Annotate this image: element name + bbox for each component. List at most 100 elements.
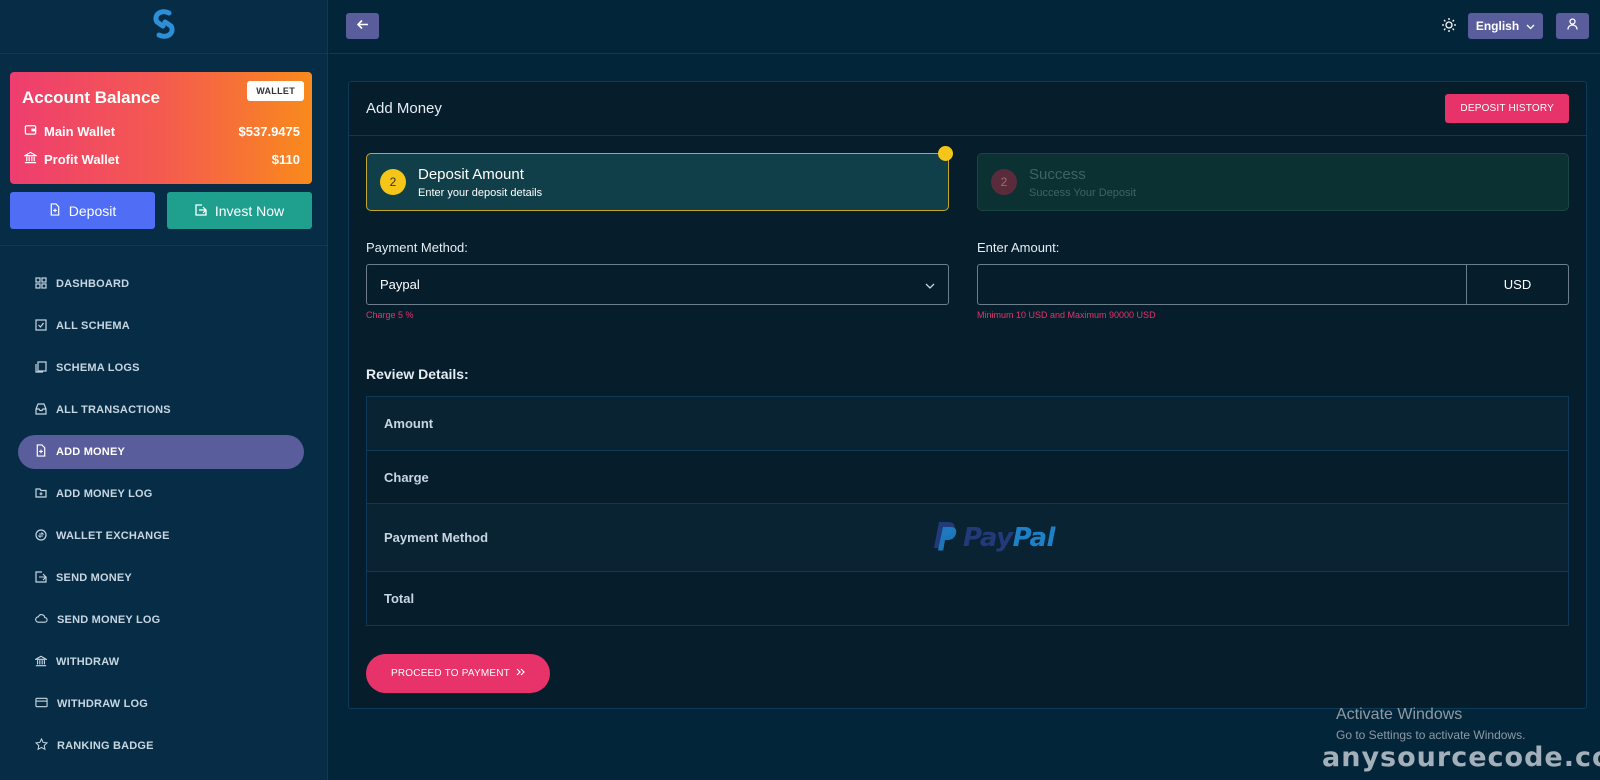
grid-icon xyxy=(35,276,47,292)
sidebar-item-add-money[interactable]: ADD MONEY xyxy=(18,435,304,469)
review-row-total: Total xyxy=(367,572,1568,625)
review-details-title: Review Details: xyxy=(366,366,469,382)
sidebar-item-label: DASHBOARD xyxy=(56,278,130,290)
activate-subtitle: Go to Settings to activate Windows. xyxy=(1336,728,1526,742)
payment-method-label: Payment Method: xyxy=(366,240,468,255)
file-plus-icon xyxy=(35,444,47,460)
step-title: Deposit Amount xyxy=(418,165,524,183)
activate-windows-notice: Activate Windows Go to Settings to activ… xyxy=(1336,706,1525,742)
user-menu-button[interactable] xyxy=(1556,13,1589,39)
enter-amount-label: Enter Amount: xyxy=(977,240,1060,255)
sidebar-item-label: WITHDRAW LOG xyxy=(57,698,148,710)
step-deposit-amount[interactable]: 2 Deposit Amount Enter your deposit deta… xyxy=(366,153,949,211)
chevron-down-icon xyxy=(1526,19,1535,33)
deposit-history-button[interactable]: DEPOSIT HISTORY xyxy=(1445,94,1569,123)
paypal-logo-text-2: Pal xyxy=(1012,522,1056,553)
copy-icon xyxy=(35,360,47,376)
paypal-p-icon xyxy=(933,520,959,555)
sidebar-nav: DASHBOARD ALL SCHEMA SCHEMA LOGS ALL TRA… xyxy=(18,267,304,771)
deposit-button[interactable]: Deposit xyxy=(10,192,155,229)
sidebar-item-label: SCHEMA LOGS xyxy=(56,362,140,374)
review-row-amount: Amount xyxy=(367,397,1568,451)
review-table: Amount Charge Payment Method PayPal Tota… xyxy=(366,396,1569,626)
invest-label: Invest Now xyxy=(214,202,285,219)
cloud-icon xyxy=(35,613,48,627)
chevron-down-icon xyxy=(925,277,935,292)
proceed-to-payment-button[interactable]: PROCEED TO PAYMENT xyxy=(366,654,550,693)
review-label: Payment Method xyxy=(384,530,489,545)
exchange-icon xyxy=(35,528,47,544)
profit-wallet-value: $110 xyxy=(271,151,300,167)
sidebar-divider xyxy=(0,245,328,246)
step-subtitle: Success Your Deposit xyxy=(1029,186,1137,199)
bank-icon xyxy=(22,151,39,167)
sidebar-item-ranking-badge[interactable]: RANKING BADGE xyxy=(18,729,304,763)
sidebar-item-send-money[interactable]: SEND MONEY xyxy=(18,561,304,595)
language-select[interactable]: English xyxy=(1468,13,1543,39)
proceed-label: PROCEED TO PAYMENT xyxy=(391,668,510,679)
main-wallet-label: Main Wallet xyxy=(44,123,116,139)
review-row-charge: Charge xyxy=(367,451,1568,504)
sidebar-item-label: ALL TRANSACTIONS xyxy=(56,404,171,416)
deposit-label: Deposit xyxy=(68,202,117,219)
paypal-logo-text-1: Pay xyxy=(963,522,1013,553)
folder-plus-icon xyxy=(35,487,47,502)
inbox-icon xyxy=(35,402,47,418)
sidebar-item-label: WALLET EXCHANGE xyxy=(56,530,170,542)
main-wallet-value: $537.9475 xyxy=(238,123,300,139)
sidebar-item-label: ALL SCHEMA xyxy=(56,320,130,332)
sun-icon[interactable] xyxy=(1441,17,1457,38)
sidebar-item-withdraw[interactable]: WITHDRAW xyxy=(18,645,304,679)
sidebar-item-label: RANKING BADGE xyxy=(57,740,154,752)
review-label: Total xyxy=(384,591,415,606)
step-number: 2 xyxy=(991,169,1017,195)
payment-method-select[interactable]: Paypal xyxy=(366,264,949,305)
topbar: English xyxy=(329,0,1600,54)
arrow-left-icon xyxy=(356,17,369,35)
sidebar-item-withdraw-log[interactable]: WITHDRAW LOG xyxy=(18,687,304,721)
sidebar-item-label: WITHDRAW xyxy=(56,656,120,668)
card-icon xyxy=(35,697,48,711)
step-title: Success xyxy=(1029,165,1086,183)
sidebar-item-send-money-log[interactable]: SEND MONEY LOG xyxy=(18,603,304,637)
wallet-badge[interactable]: WALLET xyxy=(247,81,304,101)
activate-title: Activate Windows xyxy=(1336,706,1463,723)
active-step-indicator xyxy=(938,146,953,161)
sidebar-item-all-transactions[interactable]: ALL TRANSACTIONS xyxy=(18,393,304,427)
card-header: Add Money DEPOSIT HISTORY xyxy=(349,82,1586,136)
sidebar-item-dashboard[interactable]: DASHBOARD xyxy=(18,267,304,301)
send-icon xyxy=(35,570,47,586)
quick-actions: Deposit Invest Now xyxy=(10,192,312,229)
sidebar-item-add-money-log[interactable]: ADD MONEY LOG xyxy=(18,477,304,511)
export-icon xyxy=(195,203,207,219)
charge-hint: Charge 5 % xyxy=(366,310,414,320)
wallet-icon xyxy=(24,123,37,139)
sidebar-item-all-schema[interactable]: ALL SCHEMA xyxy=(18,309,304,343)
sidebar-item-wallet-exchange[interactable]: WALLET EXCHANGE xyxy=(18,519,304,553)
amount-input[interactable] xyxy=(977,264,1466,305)
profit-wallet-label: Profit Wallet xyxy=(44,151,120,167)
review-label: Charge xyxy=(384,469,429,485)
invest-now-button[interactable]: Invest Now xyxy=(167,192,312,229)
file-icon xyxy=(49,202,61,219)
sidebar: Account Balance WALLET Main Wallet $537.… xyxy=(0,0,328,780)
paypal-logo: PayPal xyxy=(933,520,1055,555)
sidebar-item-label: ADD MONEY LOG xyxy=(56,488,153,500)
main-wallet-row: Main Wallet $537.9475 xyxy=(24,123,300,139)
currency-addon: USD xyxy=(1466,264,1569,305)
checkbox-icon xyxy=(35,318,47,334)
back-button[interactable] xyxy=(346,13,379,39)
language-label: English xyxy=(1475,19,1520,33)
step-number: 2 xyxy=(380,169,406,195)
sidebar-item-label: SEND MONEY xyxy=(56,572,132,584)
step-subtitle: Enter your deposit details xyxy=(418,186,543,199)
sidebar-item-schema-logs[interactable]: SCHEMA LOGS xyxy=(18,351,304,385)
star-icon xyxy=(34,737,49,754)
profit-wallet-row: Profit Wallet $110 xyxy=(22,151,300,167)
step-success[interactable]: 2 Success Success Your Deposit xyxy=(977,153,1569,211)
payment-method-value: Paypal xyxy=(380,277,420,292)
double-chevron-right-icon xyxy=(516,668,525,679)
review-row-payment-method: Payment Method PayPal xyxy=(367,504,1568,572)
s-logo-icon[interactable] xyxy=(147,7,181,46)
logo-bar xyxy=(0,0,327,54)
